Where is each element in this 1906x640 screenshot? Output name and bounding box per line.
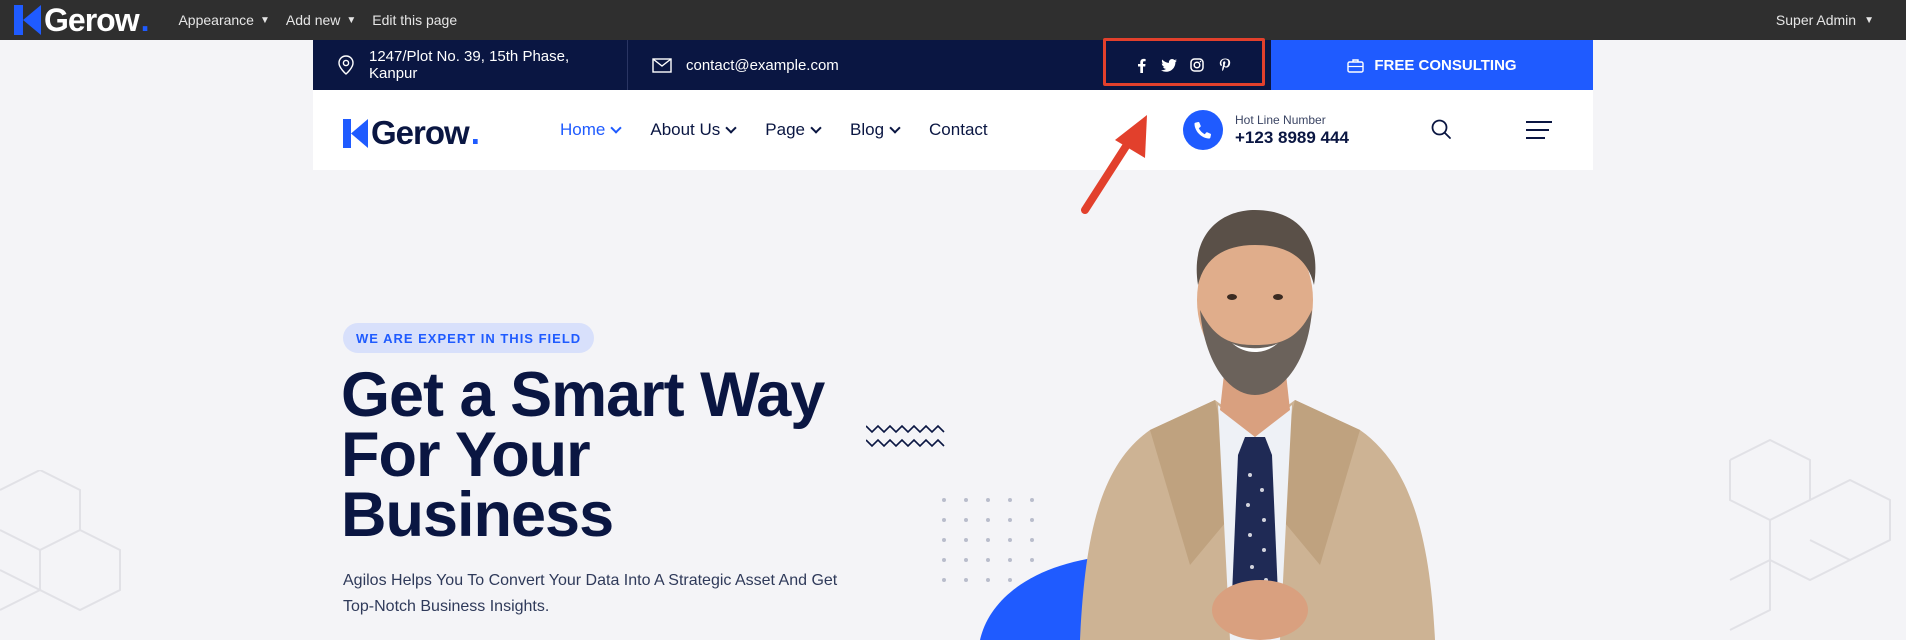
logo-dot: .: [140, 1, 150, 38]
location-pin-icon: [338, 55, 354, 75]
admin-menu-label: Edit this page: [372, 12, 458, 28]
hero-description: Agilos Helps You To Convert Your Data In…: [343, 572, 838, 615]
hero-title-line: Business: [341, 480, 614, 550]
admin-user-name: Super Admin: [1775, 12, 1857, 28]
nav-label: Home: [560, 120, 606, 139]
search-icon[interactable]: [1430, 118, 1452, 145]
facebook-icon[interactable]: [1133, 57, 1149, 73]
hotline-text: Hot Line Number +123 8989 444: [1235, 113, 1349, 148]
admin-menu-edit-page[interactable]: Edit this page: [372, 12, 457, 28]
nav-page[interactable]: Page: [765, 120, 822, 140]
chevron-down-icon: [725, 121, 737, 134]
twitter-icon[interactable]: [1161, 57, 1177, 73]
hero-title: Get a Smart Way For Your Business: [341, 360, 881, 550]
background-pattern-left: [0, 470, 121, 612]
hero-title-line: Get a Smart Way: [341, 360, 825, 430]
zigzag-decoration: [866, 424, 945, 448]
gerow-k-icon: [343, 118, 368, 148]
logo-dot: .: [470, 114, 480, 151]
caret-down-icon: ▼: [1864, 14, 1874, 26]
hotline[interactable]: Hot Line Number +123 8989 444: [1183, 110, 1349, 150]
caret-down-icon: ▼: [259, 14, 270, 26]
phone-icon: [1183, 110, 1223, 150]
free-consulting-button[interactable]: FREE CONSULTING: [1271, 40, 1593, 90]
background-pattern-right: [1729, 438, 1891, 631]
pinterest-icon[interactable]: [1217, 57, 1233, 73]
nav-about-us[interactable]: About Us: [650, 120, 737, 140]
top-info-bar: 1247/Plot No. 39, 15th Phase, Kanpur con…: [313, 40, 1593, 90]
admin-user-menu[interactable]: Super Admin ▼: [1776, 0, 1874, 40]
nav-blog[interactable]: Blog: [850, 120, 901, 140]
address-text: 1247/Plot No. 39, 15th Phase, Kanpur: [369, 48, 570, 82]
email-text: contact@example.com: [686, 56, 839, 74]
gerow-k-icon: [14, 5, 41, 35]
admin-menu: Appearance ▼ Add new ▼ Edit this page: [178, 12, 457, 28]
hero-title-line: For Your: [341, 420, 591, 490]
email-info[interactable]: contact@example.com: [628, 40, 855, 90]
nav-label: Contact: [929, 120, 988, 139]
main-header: Gerow. Home About Us Page Blog Contact H…: [313, 90, 1593, 170]
admin-menu-appearance[interactable]: Appearance ▼: [178, 12, 269, 28]
chevron-down-icon: [610, 121, 623, 134]
envelope-icon: [652, 57, 672, 73]
hotline-number: +123 8989 444: [1235, 127, 1349, 147]
businessman-image: [1080, 210, 1435, 640]
admin-menu-add-new[interactable]: Add new ▼: [286, 12, 356, 28]
briefcase-icon: [1347, 58, 1365, 73]
social-links: [1103, 40, 1263, 90]
caret-down-icon: ▼: [346, 14, 357, 26]
nav-label: Page: [765, 120, 805, 139]
admin-menu-label: Appearance: [178, 12, 254, 28]
chevron-down-icon: [889, 121, 901, 134]
hamburger-menu-icon[interactable]: [1525, 120, 1553, 145]
annotation-arrow-icon: [1081, 115, 1147, 214]
admin-logo[interactable]: Gerow.: [14, 0, 150, 40]
free-consulting-label: FREE CONSULTING: [1374, 56, 1517, 74]
admin-menu-label: Add new: [285, 12, 341, 28]
address-info: 1247/Plot No. 39, 15th Phase, Kanpur: [313, 40, 628, 90]
site-logo[interactable]: Gerow.: [343, 114, 480, 152]
admin-logo-text: Gerow: [44, 1, 140, 38]
hero-badge: WE ARE EXPERT IN THIS FIELD: [343, 323, 595, 353]
nav-home[interactable]: Home: [560, 120, 623, 140]
chevron-down-icon: [810, 121, 822, 134]
instagram-icon[interactable]: [1189, 57, 1205, 73]
nav-label: About Us: [650, 120, 721, 139]
nav-contact[interactable]: Contact: [929, 120, 988, 140]
site-logo-text: Gerow: [371, 114, 470, 151]
main-nav: Home About Us Page Blog Contact: [560, 90, 988, 170]
hotline-label: Hot Line Number: [1235, 112, 1326, 127]
admin-bar: Gerow. Appearance ▼ Add new ▼ Edit this …: [0, 0, 1906, 40]
nav-label: Blog: [850, 120, 885, 139]
